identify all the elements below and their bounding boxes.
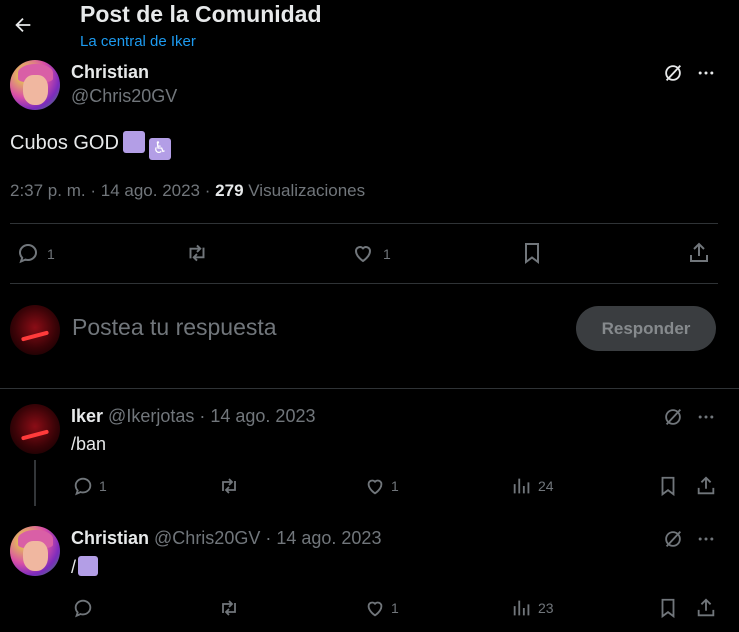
bathroom-symbol-icon: ♿ <box>148 138 171 160</box>
like-count: 1 <box>391 600 399 616</box>
purple-square-icon <box>122 131 145 153</box>
like-icon[interactable] <box>350 240 376 266</box>
grok-icon[interactable] <box>661 527 685 551</box>
avatar[interactable] <box>10 404 60 454</box>
more-options-icon[interactable] <box>694 405 718 429</box>
reply-header: Iker @Ikerjotas · 14 ago. 2023 <box>71 406 315 427</box>
reply-author-name[interactable]: Christian <box>71 528 149 548</box>
reply-icon[interactable] <box>71 474 95 498</box>
reply-icon[interactable] <box>15 240 41 266</box>
reply-icon[interactable] <box>71 596 95 620</box>
reply-author-handle[interactable]: @Ikerjotas <box>108 406 194 426</box>
reply-count: 1 <box>99 478 107 494</box>
avatar[interactable] <box>10 526 60 576</box>
divider <box>10 283 718 284</box>
views-count: 279 <box>215 181 244 200</box>
reply-author-name[interactable]: Iker <box>71 406 103 426</box>
reply-date[interactable]: · 14 ago. 2023 <box>199 406 315 426</box>
like-icon[interactable] <box>363 596 387 620</box>
bookmark-icon[interactable] <box>656 474 680 498</box>
share-icon[interactable] <box>686 240 712 266</box>
views-icon[interactable] <box>510 596 534 620</box>
meta-separator: · <box>204 181 211 200</box>
post-meta: 2:37 p. m. · 14 ago. 2023 · 279 Visualiz… <box>10 181 365 201</box>
purple-square-icon <box>78 556 99 576</box>
bookmark-icon[interactable] <box>519 240 545 266</box>
author-name[interactable]: Christian <box>71 62 149 83</box>
avatar[interactable] <box>10 305 60 355</box>
share-icon[interactable] <box>694 474 718 498</box>
like-count: 1 <box>383 246 391 262</box>
author-handle[interactable]: @Chris20GV <box>71 86 177 107</box>
views-count: 24 <box>538 478 554 494</box>
retweet-icon[interactable] <box>217 474 241 498</box>
reply-input[interactable]: Postea tu respuesta <box>72 314 277 341</box>
divider <box>10 223 718 224</box>
reply-author-handle[interactable]: @Chris20GV <box>154 528 260 548</box>
grok-icon[interactable] <box>661 405 685 429</box>
bookmark-icon[interactable] <box>656 596 680 620</box>
retweet-icon[interactable] <box>184 240 210 266</box>
retweet-icon[interactable] <box>217 596 241 620</box>
like-count: 1 <box>391 478 399 494</box>
reply-button[interactable]: Responder <box>576 306 716 351</box>
meta-separator: · <box>90 181 97 200</box>
grok-icon[interactable] <box>661 61 685 85</box>
divider <box>0 388 739 389</box>
reply-text: /ban <box>71 434 107 454</box>
post-time[interactable]: 2:37 p. m. <box>10 181 86 200</box>
views-label: Visualizaciones <box>248 181 366 200</box>
page-title: Post de la Comunidad <box>80 1 322 27</box>
share-icon[interactable] <box>694 596 718 620</box>
post-text-content: Cubos GOD <box>10 132 119 154</box>
views-icon[interactable] <box>510 474 534 498</box>
avatar[interactable] <box>10 60 60 110</box>
post-text: Cubos GOD ♿ <box>10 131 171 160</box>
thread-line <box>34 460 36 506</box>
views-count: 23 <box>538 600 554 616</box>
reply-date[interactable]: · 14 ago. 2023 <box>265 528 381 548</box>
more-options-icon[interactable] <box>694 527 718 551</box>
reply-text: / <box>71 556 99 578</box>
post-date[interactable]: 14 ago. 2023 <box>101 181 200 200</box>
community-link[interactable]: La central de Iker <box>80 33 196 50</box>
reply-text-content: / <box>71 557 77 577</box>
more-options-icon[interactable] <box>694 61 718 85</box>
reply-header: Christian @Chris20GV · 14 ago. 2023 <box>71 528 381 549</box>
like-icon[interactable] <box>363 474 387 498</box>
reply-count: 1 <box>47 246 55 262</box>
back-arrow-icon[interactable] <box>10 12 36 38</box>
